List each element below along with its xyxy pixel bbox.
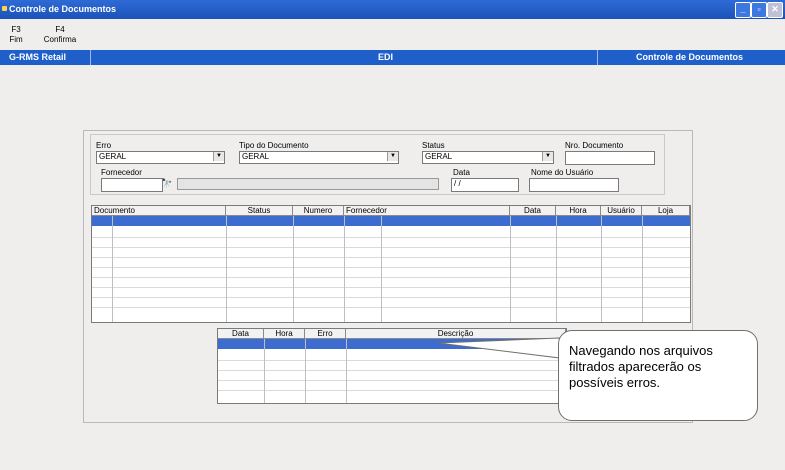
nome-usuario-label: Nome do Usuário xyxy=(531,168,594,177)
fornecedor-label: Fornecedor xyxy=(101,168,142,177)
module-section: EDI xyxy=(378,52,394,62)
col-header-usuario[interactable]: Usuário xyxy=(601,206,642,216)
f4-key-code: F4 xyxy=(55,25,65,34)
app-icon xyxy=(2,6,7,11)
erro-label: Erro xyxy=(96,141,112,150)
err-col-header-data[interactable]: Data xyxy=(218,329,264,339)
status-select[interactable]: GERAL ▼ xyxy=(422,151,554,164)
tipo-documento-label: Tipo do Documento xyxy=(239,141,309,150)
row-divider xyxy=(218,380,566,381)
col-divider xyxy=(556,216,557,322)
window-title: Controle de Documentos xyxy=(9,4,117,14)
col-divider xyxy=(642,216,643,322)
nro-documento-input[interactable] xyxy=(565,151,655,165)
data-input[interactable]: / / xyxy=(451,178,519,192)
col-divider xyxy=(293,216,294,322)
erro-select[interactable]: GERAL ▼ xyxy=(96,151,225,164)
chevron-down-icon[interactable]: ▼ xyxy=(213,152,224,161)
err-col-header-hora[interactable]: Hora xyxy=(264,329,305,339)
col-header-status[interactable]: Status xyxy=(226,206,293,216)
col-header-numero[interactable]: Numero xyxy=(293,206,344,216)
err-col-header-erro[interactable]: Erro xyxy=(305,329,346,339)
callout-bubble: Navegando nos arquivos filtrados aparece… xyxy=(558,330,758,421)
col-divider xyxy=(112,216,113,322)
callout-pointer xyxy=(437,337,561,359)
col-header-data[interactable]: Data xyxy=(510,206,556,216)
module-divider xyxy=(597,50,598,65)
module-app-name: G-RMS Retail xyxy=(9,52,67,62)
module-bar: G-RMS Retail EDI Controle de Documentos xyxy=(0,50,785,65)
status-label: Status xyxy=(422,141,445,150)
col-divider xyxy=(305,339,306,403)
col-divider xyxy=(264,339,265,403)
f4-key-label: Confirma xyxy=(43,35,77,44)
documents-table[interactable]: Documento Status Numero Fornecedor Data … xyxy=(91,205,691,323)
col-divider xyxy=(226,216,227,322)
col-divider xyxy=(510,216,511,322)
col-header-fornecedor[interactable]: Fornecedor xyxy=(344,206,510,216)
maximize-button[interactable]: ▫ xyxy=(751,2,767,18)
status-select-value: GERAL xyxy=(425,152,453,161)
nro-documento-label: Nro. Documento xyxy=(565,141,624,150)
f3-key[interactable]: F3 Fim xyxy=(6,25,26,45)
close-button[interactable]: ✕ xyxy=(767,2,783,18)
fornecedor-name-field xyxy=(177,178,439,190)
filter-group: Erro GERAL ▼ Tipo do Documento GERAL ▼ S… xyxy=(90,134,665,195)
f4-key[interactable]: F4 Confirma xyxy=(40,25,80,45)
col-header-hora[interactable]: Hora xyxy=(556,206,601,216)
binoculars-search-icon[interactable]: 🔭 xyxy=(160,177,174,189)
col-divider xyxy=(601,216,602,322)
col-divider xyxy=(381,216,382,322)
fornecedor-code-input[interactable] xyxy=(101,178,163,192)
data-label: Data xyxy=(453,168,470,177)
erro-select-value: GERAL xyxy=(99,152,127,161)
f3-key-code: F3 xyxy=(11,25,21,34)
window-titlebar[interactable]: Controle de Documentos _ ▫ ✕ xyxy=(0,0,785,19)
col-divider xyxy=(346,339,347,403)
row-divider xyxy=(218,390,566,391)
col-header-documento[interactable]: Documento xyxy=(92,206,226,216)
minimize-button[interactable]: _ xyxy=(735,2,751,18)
chevron-down-icon[interactable]: ▼ xyxy=(387,152,398,161)
f3-key-label: Fim xyxy=(9,35,23,44)
callout-text: Navegando nos arquivos filtrados aparece… xyxy=(569,343,713,390)
module-divider xyxy=(90,50,91,65)
col-header-loja[interactable]: Loja xyxy=(642,206,690,216)
tipo-documento-value: GERAL xyxy=(242,152,270,161)
row-divider xyxy=(218,370,566,371)
col-divider xyxy=(344,216,345,322)
nome-usuario-input[interactable] xyxy=(529,178,619,192)
tipo-documento-select[interactable]: GERAL ▼ xyxy=(239,151,399,164)
module-screen-name: Controle de Documentos xyxy=(636,52,744,62)
chevron-down-icon[interactable]: ▼ xyxy=(542,152,553,161)
